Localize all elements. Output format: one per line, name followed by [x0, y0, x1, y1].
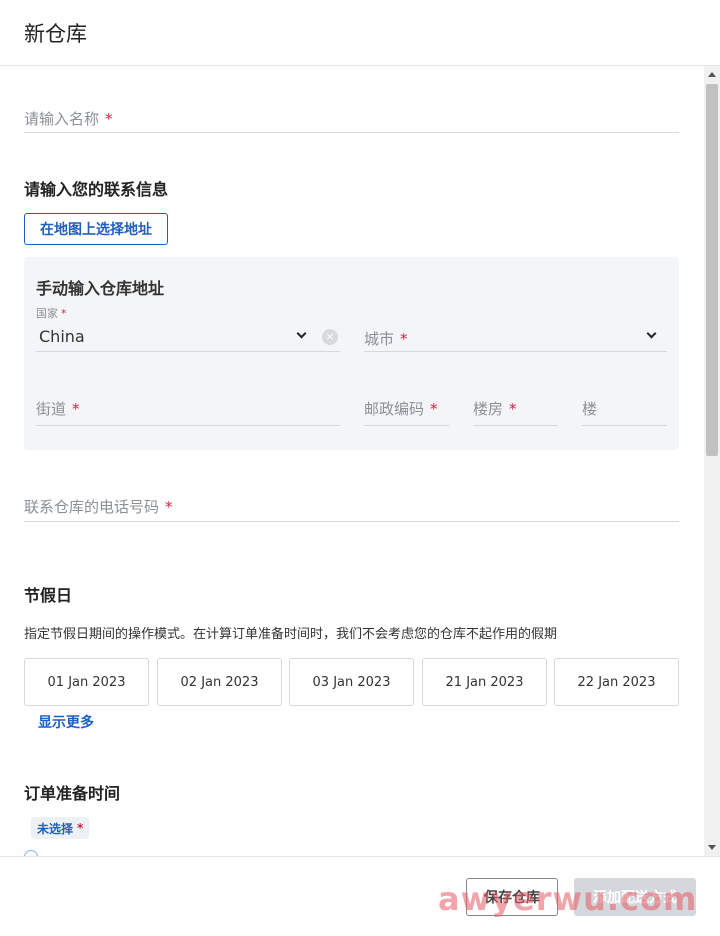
floor-placeholder: 楼 [582, 400, 598, 418]
form-content: 请输入名称 * 请输入您的联系信息 在地图上选择地址 手动输入仓库地址 国家 * C… [0, 66, 704, 856]
save-warehouse-button[interactable]: 保存仓库 [466, 878, 558, 916]
street-placeholder: 街道 [36, 400, 67, 418]
page-title: 新仓库 [24, 22, 87, 46]
building-placeholder: 楼房 [473, 400, 504, 418]
scrollbar[interactable] [704, 66, 720, 856]
city-select[interactable]: 城市 * [364, 319, 667, 352]
street-field[interactable]: 街道 * [36, 393, 340, 426]
phone-field[interactable]: 联系仓库的电话号码 * [24, 490, 679, 522]
floor-field[interactable]: 楼 [582, 393, 667, 426]
holiday-date-button[interactable]: 01 Jan 2023 [24, 658, 149, 706]
scroll-up-icon[interactable] [708, 72, 716, 77]
postal-placeholder: 邮政编码 [364, 400, 425, 418]
dialog-header: 新仓库 [0, 0, 720, 66]
country-value: China [39, 327, 85, 346]
scroll-down-icon[interactable] [708, 845, 716, 850]
building-field[interactable]: 楼房 * [473, 393, 558, 426]
phone-placeholder: 联系仓库的电话号码 [24, 498, 160, 516]
show-more-link[interactable]: 显示更多 [38, 712, 94, 732]
add-delivery-method-button[interactable]: 添加配送方式 [574, 878, 696, 916]
clear-icon[interactable]: × [322, 329, 338, 345]
manual-address-title: 手动输入仓库地址 [36, 279, 165, 298]
chevron-down-icon[interactable] [646, 328, 657, 339]
dialog-footer: 保存仓库 添加配送方式 [0, 856, 720, 936]
name-placeholder: 请输入名称 [24, 110, 100, 128]
city-placeholder: 城市 [364, 330, 395, 348]
holiday-date-button[interactable]: 22 Jan 2023 [554, 658, 679, 706]
holidays-title: 节假日 [24, 586, 73, 605]
status-badge: 未选择 * [31, 817, 90, 839]
holiday-date-button[interactable]: 21 Jan 2023 [422, 658, 547, 706]
postal-code-field[interactable]: 邮政编码 * [364, 393, 449, 426]
country-select[interactable]: China × [36, 319, 340, 352]
contact-section-title: 请输入您的联系信息 [24, 180, 169, 199]
name-field[interactable]: 请输入名称 * [24, 102, 679, 133]
manual-address-panel: 手动输入仓库地址 国家 * China × 城市 * 街道 * 邮政编码 * 楼房 * 楼 [24, 257, 679, 450]
select-on-map-button[interactable]: 在地图上选择地址 [24, 213, 168, 245]
required-mark: * [105, 110, 113, 128]
holiday-date-button[interactable]: 03 Jan 2023 [289, 658, 414, 706]
scrollbar-thumb[interactable] [706, 84, 718, 456]
prep-time-title: 订单准备时间 [24, 784, 121, 803]
holiday-date-button[interactable]: 02 Jan 2023 [157, 658, 282, 706]
holidays-description: 指定节假日期间的操作模式。在计算订单准备时间时，我们不会考虑您的仓库不起作用的假… [24, 627, 558, 642]
chevron-down-icon[interactable] [296, 328, 307, 339]
